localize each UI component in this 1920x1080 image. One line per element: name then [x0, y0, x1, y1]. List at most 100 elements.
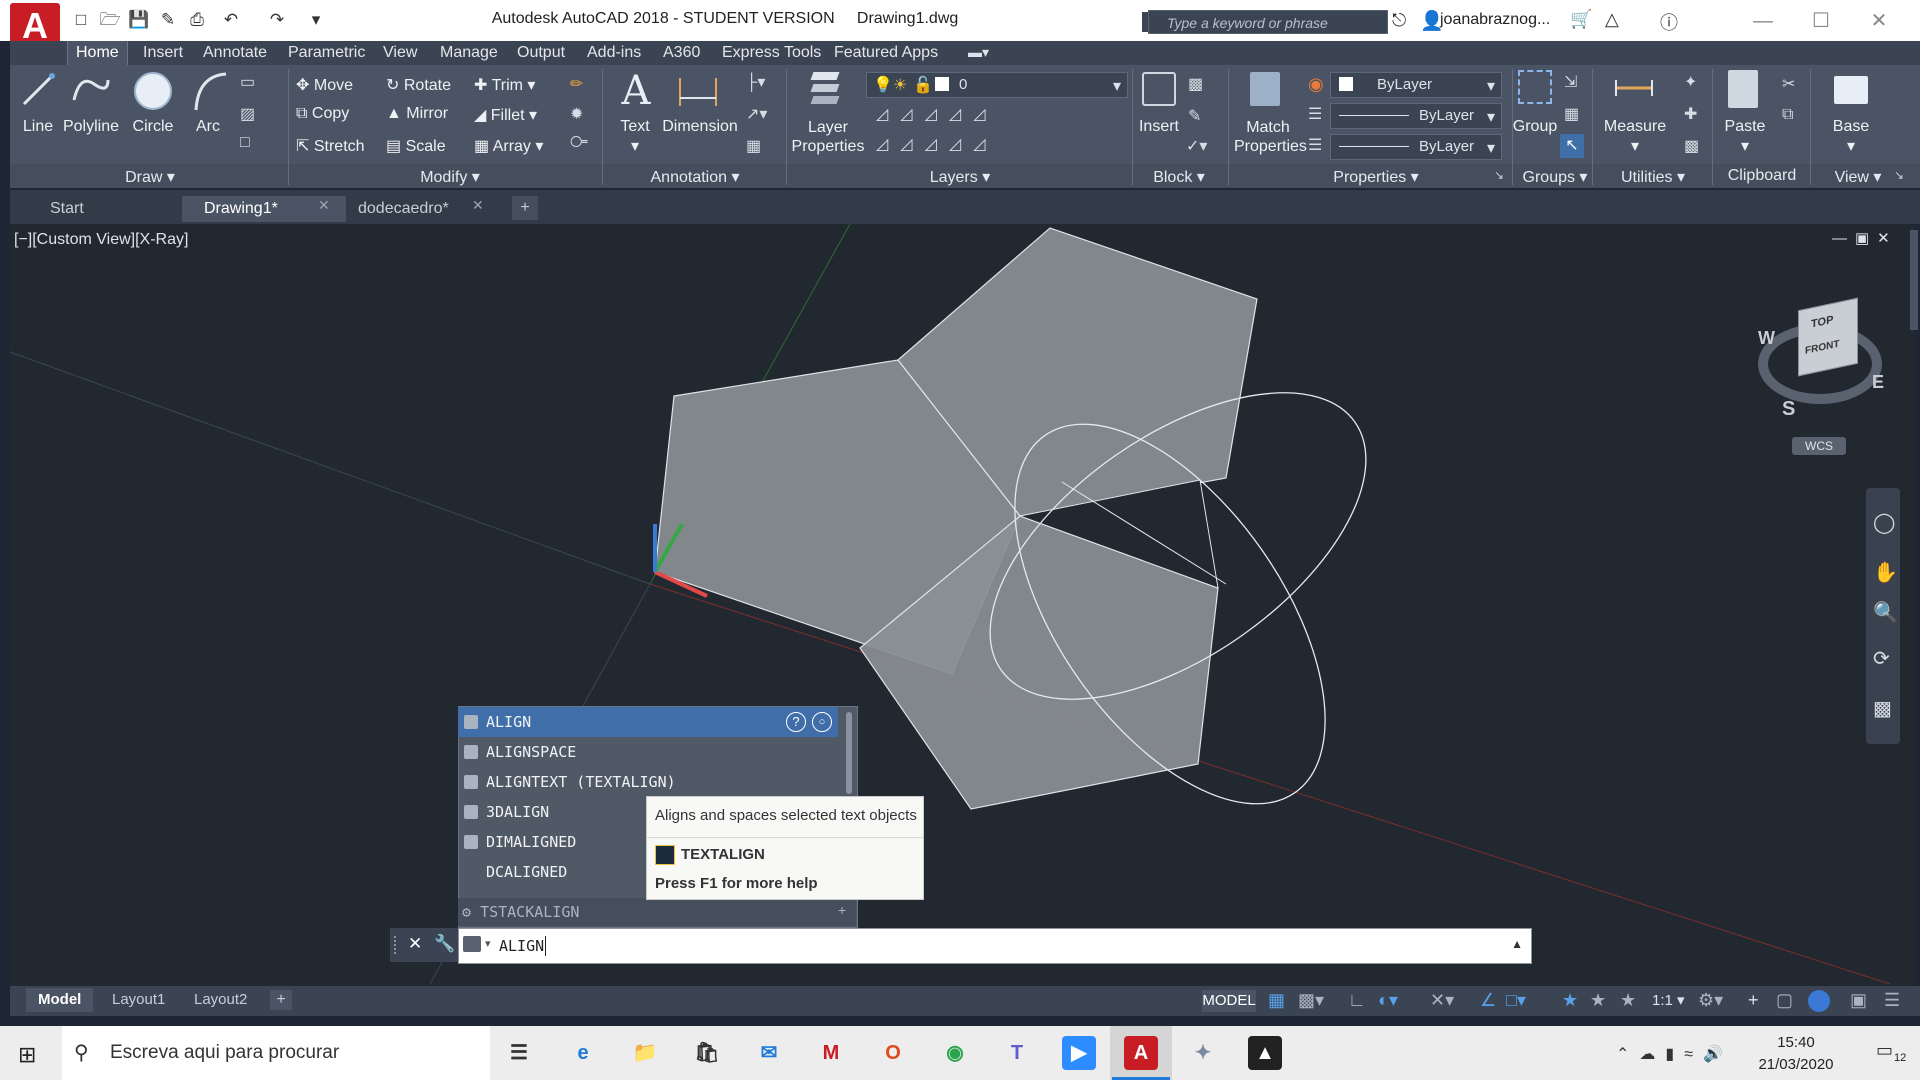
viewport-window-controls[interactable]: —▣✕: [1832, 229, 1898, 247]
new-file-icon[interactable]: □: [70, 10, 92, 30]
open-file-icon[interactable]: 🗁: [99, 10, 121, 30]
trim-tool[interactable]: ✚ Trim ▾: [474, 75, 535, 95]
help-icon[interactable]: ?: [786, 712, 806, 732]
paint-icon[interactable]: ✦: [1186, 1036, 1220, 1070]
viewport-controls-label[interactable]: [−][Custom View][X-Ray]: [14, 231, 188, 249]
autocomplete-footer-item[interactable]: ⚙ TSTACKALIGN: [462, 903, 579, 921]
binoculars-icon[interactable]: ⎋: [1392, 10, 1406, 31]
command-history-icon[interactable]: ▲: [1511, 937, 1523, 951]
recent-commands-icon[interactable]: ▾: [485, 937, 491, 950]
properties-panel-title[interactable]: Properties ▾: [1316, 167, 1436, 187]
zoom-app-icon[interactable]: ▶: [1062, 1036, 1096, 1070]
rectangle-icon[interactable]: ▭: [240, 72, 255, 92]
layer-tools-row2[interactable]: ◿◿◿◿◿: [876, 134, 998, 154]
isodraft-icon[interactable]: ✕▾: [1430, 990, 1454, 1011]
units-icon[interactable]: ▢: [1776, 990, 1793, 1011]
tab-output[interactable]: Output: [509, 41, 573, 65]
circle-tool[interactable]: Circle: [128, 118, 178, 136]
lineweight-dropdown[interactable]: ByLayer ▾: [1330, 134, 1502, 160]
edge-icon[interactable]: e: [566, 1036, 600, 1070]
user-account-name[interactable]: joanabraznog...: [1440, 11, 1550, 29]
draw-panel-title[interactable]: Draw ▾: [120, 167, 180, 187]
grid-icon[interactable]: ▦: [1268, 990, 1285, 1011]
annotation-scale-value[interactable]: 1:1 ▾: [1652, 991, 1685, 1009]
group-selection-icon[interactable]: ↖: [1560, 134, 1584, 158]
command-prompt-icon[interactable]: [463, 936, 481, 952]
help-icon[interactable]: ⓘ: [1660, 9, 1678, 35]
view-panel-title[interactable]: View ▾: [1828, 167, 1888, 187]
zoom-icon[interactable]: 🔍: [1873, 600, 1898, 625]
save-icon[interactable]: 💾: [128, 10, 150, 30]
office-icon[interactable]: O: [876, 1036, 910, 1070]
text-tool[interactable]: Text ▾: [612, 118, 658, 156]
help-search-input[interactable]: Type a keyword or phrase: [1148, 10, 1388, 34]
rotate-tool[interactable]: ↻ Rotate: [386, 75, 451, 95]
leader-icon[interactable]: ├▾: [746, 72, 765, 92]
erase-icon[interactable]: ✏: [570, 74, 583, 94]
close-icon[interactable]: ✕: [1856, 8, 1902, 34]
model-space-button[interactable]: MODEL: [1202, 990, 1256, 1012]
redo-icon[interactable]: ↷: [266, 10, 288, 30]
region-icon[interactable]: □: [240, 134, 250, 152]
annotation-monitor-icon[interactable]: +: [1748, 990, 1759, 1011]
autocomplete-item[interactable]: ALIGNTEXT (TEXTALIGN): [458, 767, 838, 797]
array-tool[interactable]: ▦ Array ▾: [474, 136, 543, 156]
group-edit-icon[interactable]: ▦: [1564, 104, 1579, 124]
tab-insert[interactable]: Insert: [135, 41, 191, 65]
layout-tab-layout2[interactable]: Layout2: [182, 988, 259, 1012]
clock-time[interactable]: 15:40: [1766, 1034, 1826, 1051]
layers-panel-title[interactable]: Layers ▾: [920, 167, 1000, 187]
object-snap-tracking-icon[interactable]: ∠: [1480, 990, 1496, 1011]
ortho-icon[interactable]: ∟: [1348, 990, 1366, 1011]
tab-annotate[interactable]: Annotate: [195, 41, 275, 65]
mcafee-icon[interactable]: M: [814, 1036, 848, 1070]
system-tray-icons[interactable]: ⌃☁▮≈🔊: [1616, 1044, 1733, 1064]
command-line-grip[interactable]: [394, 936, 402, 954]
compass-east[interactable]: E: [1872, 372, 1884, 393]
group-tool[interactable]: Group: [1510, 118, 1560, 136]
store-icon[interactable]: 🛍: [690, 1036, 724, 1070]
autocomplete-item[interactable]: ALIGNSPACE: [458, 737, 838, 767]
new-tab-button[interactable]: +: [512, 196, 538, 220]
layout-tab-model[interactable]: Model: [26, 988, 94, 1012]
wcs-menu[interactable]: WCS: [1792, 437, 1846, 455]
command-input[interactable]: ALIGN: [499, 937, 544, 955]
measure-tool[interactable]: Measure ▾: [1598, 118, 1672, 156]
orbit-icon[interactable]: ⟳: [1873, 646, 1890, 671]
auto-scale-icon[interactable]: ★: [1590, 990, 1606, 1011]
move-tool[interactable]: ✥ Move: [296, 75, 353, 95]
viewcube-top-face[interactable]: TOP: [1811, 314, 1833, 331]
create-block-icon[interactable]: ▩: [1188, 74, 1203, 94]
layout-tab-layout1[interactable]: Layout1: [100, 988, 177, 1012]
cart-icon[interactable]: 🛒: [1570, 9, 1592, 30]
task-view-icon[interactable]: ☰: [502, 1036, 536, 1070]
table-icon[interactable]: ▦: [746, 136, 761, 156]
base-tool[interactable]: Base ▾: [1826, 118, 1876, 156]
layer-tools-row1[interactable]: ◿◿◿◿◿: [876, 104, 998, 124]
fillet-tool[interactable]: ◢ Fillet ▾: [474, 105, 537, 125]
annotation-panel-title[interactable]: Annotation ▾: [645, 167, 745, 187]
copy-tool[interactable]: ⧉ Copy: [296, 105, 349, 123]
compass-west[interactable]: W: [1758, 328, 1775, 349]
autocad-icon[interactable]: A: [1124, 1036, 1158, 1070]
mirror-tool[interactable]: ▲ Mirror: [386, 105, 448, 123]
arc-tool[interactable]: Arc: [188, 118, 228, 136]
file-tab-start[interactable]: Start: [28, 196, 106, 222]
a360-icon[interactable]: △: [1605, 9, 1619, 30]
dimension-tool[interactable]: Dimension: [660, 118, 740, 136]
drawing-viewport[interactable]: [10, 224, 1915, 986]
notifications-icon[interactable]: ▭: [1876, 1040, 1893, 1061]
groups-panel-title[interactable]: Groups ▾: [1522, 167, 1588, 187]
calculator-icon[interactable]: ▩: [1684, 136, 1699, 156]
tab-a360[interactable]: A360: [655, 41, 708, 65]
pan-icon[interactable]: ✋: [1873, 560, 1898, 585]
chrome-icon[interactable]: ◉: [938, 1036, 972, 1070]
customization-menu-icon[interactable]: ☰: [1884, 990, 1900, 1011]
edit-block-icon[interactable]: ✎: [1188, 106, 1201, 126]
panel-launcher-icon[interactable]: ↘: [1494, 168, 1504, 182]
teams-icon[interactable]: T: [1000, 1036, 1034, 1070]
close-tab-icon[interactable]: ✕: [318, 197, 330, 214]
scale-tool[interactable]: ▤ Scale: [386, 136, 446, 156]
paste-tool[interactable]: Paste ▾: [1718, 118, 1772, 156]
new-layout-button[interactable]: +: [270, 990, 292, 1010]
